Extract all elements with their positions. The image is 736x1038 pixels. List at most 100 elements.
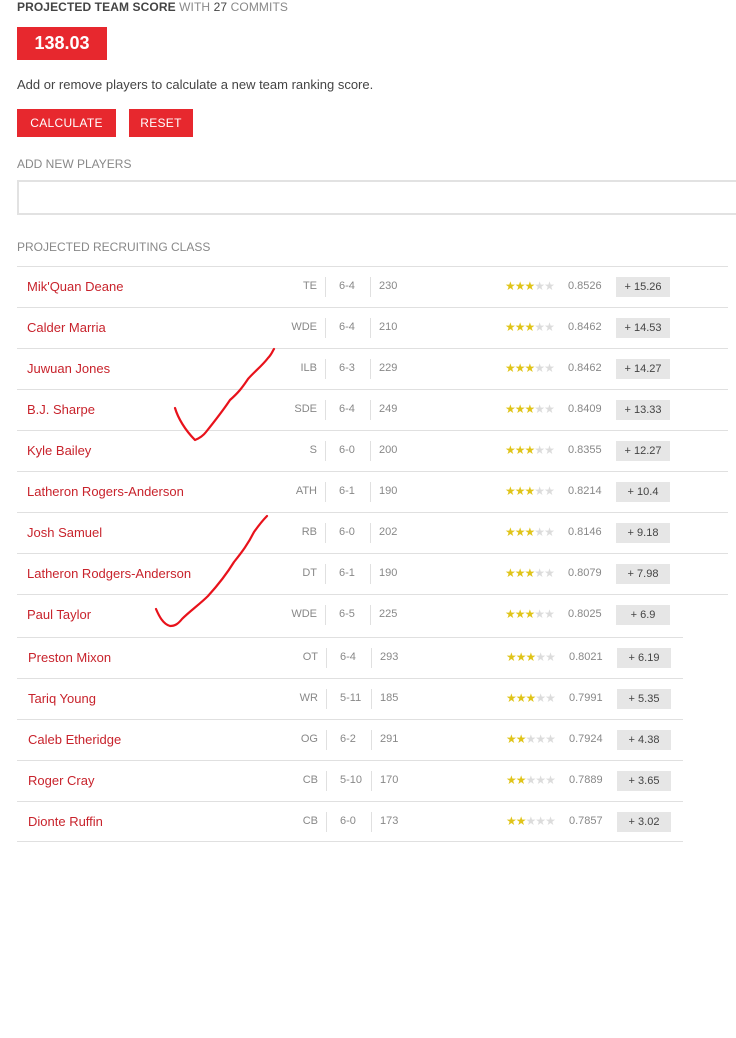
star-icon: ★	[514, 361, 526, 375]
player-row[interactable]: Latheron Rogers-Anderson ATH 6-1 190 ★★★★★ 0.…	[17, 471, 728, 512]
star-rating: ★★★★★	[506, 650, 556, 664]
star-icon: ★	[514, 443, 526, 457]
star-icon: ★	[514, 566, 526, 580]
player-name-link[interactable]: Roger Cray	[28, 773, 94, 788]
player-position: OT	[302, 651, 318, 663]
column-divider	[370, 605, 371, 625]
points-badge: + 14.53	[616, 318, 670, 338]
player-height: 6-0	[339, 526, 355, 538]
player-row[interactable]: B.J. Sharpe SDE 6-4 249 ★★★★★ 0.8409 + 13.33	[17, 389, 728, 430]
column-divider	[326, 812, 327, 832]
player-row[interactable]: Josh Samuel RB 6-0 202 ★★★★★ 0.8146 + 9.18	[17, 512, 728, 553]
column-divider	[326, 771, 327, 791]
player-name-link[interactable]: Caleb Etheridge	[28, 732, 121, 747]
add-players-input[interactable]	[17, 180, 736, 215]
column-divider	[325, 318, 326, 338]
player-rating: 0.8025	[568, 608, 602, 620]
column-divider	[326, 689, 327, 709]
star-rating: ★★★★★	[505, 566, 555, 580]
player-row[interactable]: Paul Taylor WDE 6-5 225 ★★★★★ 0.8025 + 6.9	[17, 594, 728, 635]
commit-count: 27	[213, 0, 228, 14]
player-height: 6-4	[340, 651, 356, 663]
star-rating: ★★★★★	[506, 732, 556, 746]
player-name-link[interactable]: Calder Marria	[27, 320, 106, 335]
star-icon: ★	[505, 361, 516, 375]
player-row[interactable]: Roger Cray CB 5-10 170 ★★★★★ 0.7889 + 3.65	[17, 760, 683, 801]
player-row[interactable]: Dionte Ruffin CB 6-0 173 ★★★★★ 0.7857 + 3.02	[17, 801, 683, 842]
star-icon: ★	[525, 773, 537, 787]
star-icon: ★	[505, 484, 516, 498]
column-divider	[325, 523, 326, 543]
player-name-link[interactable]: Mik'Quan Deane	[27, 279, 123, 294]
star-icon: ★	[515, 814, 527, 828]
player-height: 6-1	[339, 485, 355, 497]
star-icon: ★	[514, 607, 526, 621]
column-divider	[371, 771, 372, 791]
star-icon: ★	[544, 402, 555, 416]
player-weight: 200	[379, 444, 398, 456]
star-icon: ★	[535, 650, 546, 664]
points-badge: + 5.35	[617, 689, 671, 709]
player-row[interactable]: Mik'Quan Deane TE 6-4 230 ★★★★★ 0.8526 + 15.26	[17, 266, 728, 307]
player-name-link[interactable]: Dionte Ruffin	[28, 814, 103, 829]
star-icon: ★	[524, 525, 536, 539]
star-icon: ★	[534, 402, 545, 416]
star-icon: ★	[505, 279, 516, 293]
star-icon: ★	[534, 443, 545, 457]
player-row[interactable]: Calder Marria WDE 6-4 210 ★★★★★ 0.8462 + 14.53	[17, 307, 728, 348]
player-rating: 0.8526	[568, 280, 602, 292]
star-icon: ★	[515, 732, 527, 746]
player-rating: 0.8462	[568, 362, 602, 374]
points-badge: + 9.18	[616, 523, 670, 543]
star-icon: ★	[534, 279, 545, 293]
points-badge: + 6.9	[616, 605, 670, 625]
star-icon: ★	[545, 691, 556, 705]
star-icon: ★	[505, 607, 516, 621]
player-name-link[interactable]: Paul Taylor	[27, 607, 91, 622]
player-position: SDE	[294, 403, 317, 415]
player-row[interactable]: Juwuan Jones ILB 6-3 229 ★★★★★ 0.8462 + 14.27	[17, 348, 728, 389]
star-icon: ★	[525, 732, 537, 746]
column-divider	[370, 523, 371, 543]
heading-with: WITH	[179, 0, 211, 14]
player-position: ATH	[295, 485, 317, 497]
player-rating: 0.8021	[569, 651, 603, 663]
column-divider	[325, 605, 326, 625]
player-name-link[interactable]: Kyle Bailey	[27, 443, 91, 458]
player-name-link[interactable]: Latheron Rodgers-Anderson	[27, 566, 191, 581]
calculate-button[interactable]: CALCULATE	[17, 109, 116, 137]
player-row[interactable]: Kyle Bailey S 6-0 200 ★★★★★ 0.8355 + 12.27	[17, 430, 728, 471]
player-weight: 293	[380, 651, 399, 663]
player-name-link[interactable]: Tariq Young	[28, 691, 96, 706]
player-row[interactable]: Preston Mixon OT 6-4 293 ★★★★★ 0.8021 + 6.19	[17, 637, 683, 678]
star-rating: ★★★★★	[505, 361, 555, 375]
player-name-link[interactable]: Josh Samuel	[27, 525, 102, 540]
column-divider	[370, 359, 371, 379]
player-name-link[interactable]: Preston Mixon	[28, 650, 111, 665]
player-height: 6-4	[339, 403, 355, 415]
star-rating: ★★★★★	[506, 691, 556, 705]
column-divider	[325, 277, 326, 297]
player-row[interactable]: Caleb Etheridge OG 6-2 291 ★★★★★ 0.7924 + 4.38	[17, 719, 683, 760]
player-row[interactable]: Latheron Rodgers-Anderson DT 6-1 190 ★★★★★ 0.…	[17, 553, 728, 594]
star-rating: ★★★★★	[505, 443, 555, 457]
player-height: 6-1	[339, 567, 355, 579]
star-icon: ★	[534, 361, 545, 375]
player-name-link[interactable]: Latheron Rogers-Anderson	[27, 484, 184, 499]
star-icon: ★	[534, 525, 545, 539]
player-position: WR	[299, 692, 318, 704]
player-weight: 249	[379, 403, 398, 415]
player-weight: 210	[379, 321, 398, 333]
player-position: WDE	[291, 608, 317, 620]
star-icon: ★	[506, 773, 517, 787]
reset-button[interactable]: RESET	[129, 109, 193, 137]
player-row[interactable]: Tariq Young WR 5-11 185 ★★★★★ 0.7991 + 5.35	[17, 678, 683, 719]
column-divider	[371, 812, 372, 832]
player-height: 6-4	[339, 280, 355, 292]
add-players-label: ADD NEW PLAYERS	[17, 157, 132, 171]
player-name-link[interactable]: Juwuan Jones	[27, 361, 110, 376]
player-position: CB	[302, 774, 318, 786]
star-icon: ★	[514, 525, 526, 539]
player-name-link[interactable]: B.J. Sharpe	[27, 402, 95, 417]
column-divider	[370, 564, 371, 584]
